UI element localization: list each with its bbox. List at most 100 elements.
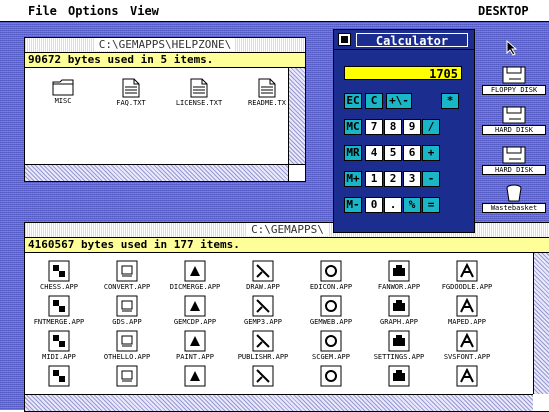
app-item-2[interactable]: DICMERGE.APP <box>165 260 225 291</box>
calc-key-r1c2[interactable]: 8 <box>384 119 402 135</box>
calc-key-r4c3[interactable]: % <box>403 197 421 213</box>
app-item-label: EDICON.APP <box>309 283 353 291</box>
menu-options[interactable]: Options <box>68 4 119 18</box>
application-icon <box>320 365 342 387</box>
app-item-label: FGDOODLE.APP <box>441 283 493 291</box>
app-item-label: SETTINGS.APP <box>373 353 425 361</box>
desktop-icon-1[interactable]: HARD DISK <box>482 106 546 135</box>
app-item-4[interactable]: EDICON.APP <box>301 260 361 291</box>
application-icon <box>116 330 138 352</box>
app-item-21[interactable] <box>29 365 89 388</box>
desktop-icon-2[interactable]: HARD DISK <box>482 146 546 175</box>
calc-key-r2c2[interactable]: 5 <box>384 145 402 161</box>
app-item-0[interactable]: CHESS.APP <box>29 260 89 291</box>
app-item-14[interactable]: MIDI.APP <box>29 330 89 361</box>
close-box-icon[interactable] <box>338 33 351 46</box>
application-icon <box>48 330 70 352</box>
app-item-22[interactable] <box>97 365 157 388</box>
gemapps-info-line: 4160567 bytes used in 177 items. <box>25 238 549 253</box>
calc-key-r0c1[interactable]: C <box>365 93 383 109</box>
hard-disk-icon <box>502 106 526 124</box>
desktop-icon-3[interactable]: Wastebasket <box>482 184 546 213</box>
application-icon <box>184 260 206 282</box>
app-item-5[interactable]: FANWOR.APP <box>369 260 429 291</box>
gemapps-vertical-scrollbar[interactable] <box>533 253 549 394</box>
helpzone-size-box[interactable] <box>288 164 305 181</box>
calc-key-r4c4[interactable]: = <box>422 197 440 213</box>
app-item-label: SVSFONT.APP <box>443 353 491 361</box>
app-item-10[interactable]: GEMP3.APP <box>233 295 293 326</box>
desktop-icon-label: HARD DISK <box>482 165 546 175</box>
app-item-15[interactable]: OTHELLO.APP <box>97 330 157 361</box>
app-item-23[interactable] <box>165 365 225 388</box>
calculator-window[interactable]: Calculator 1705 EC C +\- * MC 7 8 9/ MR 4 5 6 + M+ 1 2 3… <box>333 29 475 233</box>
file-item-label: MISC <box>54 97 72 105</box>
calc-key-r3c0[interactable]: M+ <box>344 171 362 187</box>
calc-key-r3c2[interactable]: 2 <box>384 171 402 187</box>
app-item-1[interactable]: CONVERT.APP <box>97 260 157 291</box>
calc-key-r0c0[interactable]: EC <box>344 93 362 109</box>
menu-file[interactable]: File <box>28 4 57 18</box>
gemapps-window[interactable]: C:\GEMAPPS\ 4160567 bytes used in 177 it… <box>24 222 549 412</box>
calc-key-r2c1[interactable]: 4 <box>365 145 383 161</box>
app-item-11[interactable]: GEMWEB.APP <box>301 295 361 326</box>
application-icon <box>184 330 206 352</box>
app-item-13[interactable]: MAPED.APP <box>437 295 497 326</box>
desktop-icon-0[interactable]: FLOPPY DISK <box>482 66 546 95</box>
desktop-icon-label: HARD DISK <box>482 125 546 135</box>
helpzone-title-bar[interactable]: C:\GEMAPPS\HELPZONE\ <box>25 38 305 53</box>
application-icon <box>388 330 410 352</box>
app-item-3[interactable]: DRAW.APP <box>233 260 293 291</box>
app-item-17[interactable]: PUBLISHR.APP <box>233 330 293 361</box>
app-item-16[interactable]: PAINT.APP <box>165 330 225 361</box>
calc-key-r3c4[interactable]: - <box>422 171 440 187</box>
calc-key-r2c0[interactable]: MR <box>344 145 362 161</box>
app-item-12[interactable]: GRAPH.APP <box>369 295 429 326</box>
application-icon <box>252 295 274 317</box>
app-item-24[interactable] <box>233 365 293 388</box>
calc-key-r1c3[interactable]: 9 <box>403 119 421 135</box>
document-icon <box>190 78 208 98</box>
calc-key-r0c3[interactable]: * <box>441 93 459 109</box>
calculator-display: 1705 <box>344 66 462 81</box>
app-item-6[interactable]: FGDOODLE.APP <box>437 260 497 291</box>
file-item-1[interactable]: FAQ.TXT <box>101 78 161 107</box>
file-item-0[interactable]: MISC <box>33 78 93 105</box>
helpzone-horizontal-scrollbar[interactable] <box>25 164 288 181</box>
gemapps-horizontal-scrollbar[interactable] <box>25 394 533 411</box>
app-item-label: GRAPH.APP <box>380 318 418 326</box>
app-item-26[interactable] <box>369 365 429 388</box>
app-item-7[interactable]: FNTMERGE.APP <box>29 295 89 326</box>
app-item-27[interactable] <box>437 365 497 388</box>
calc-key-r4c0[interactable]: M- <box>344 197 362 213</box>
calc-key-r2c3[interactable]: 6 <box>403 145 421 161</box>
app-item-9[interactable]: GEMCDP.APP <box>165 295 225 326</box>
app-item-8[interactable]: GDS.APP <box>97 295 157 326</box>
app-item-label: CONVERT.APP <box>103 283 151 291</box>
desktop-icon-label: Wastebasket <box>482 203 546 213</box>
file-item-2[interactable]: LICENSE.TXT <box>169 78 229 107</box>
app-item-label: GEMWEB.APP <box>309 318 353 326</box>
app-item-20[interactable]: SVSFONT.APP <box>437 330 497 361</box>
calc-key-r3c1[interactable]: 1 <box>365 171 383 187</box>
calc-key-r2c4[interactable]: + <box>422 145 440 161</box>
application-icon <box>388 295 410 317</box>
menu-desktop[interactable]: DESKTOP <box>478 4 529 18</box>
application-icon <box>320 260 342 282</box>
calc-key-r4c1[interactable]: 0 <box>365 197 383 213</box>
calc-key-r1c1[interactable]: 7 <box>365 119 383 135</box>
app-item-18[interactable]: SCGEM.APP <box>301 330 361 361</box>
helpzone-window[interactable]: C:\GEMAPPS\HELPZONE\ 90672 bytes used in… <box>24 37 306 182</box>
calc-key-r1c0[interactable]: MC <box>344 119 362 135</box>
app-item-19[interactable]: SETTINGS.APP <box>369 330 429 361</box>
calculator-title-bar[interactable]: Calculator <box>334 30 474 50</box>
menu-view[interactable]: View <box>130 4 159 18</box>
app-item-25[interactable] <box>301 365 361 388</box>
calc-key-r3c3[interactable]: 3 <box>403 171 421 187</box>
app-item-label: OTHELLO.APP <box>103 353 151 361</box>
calc-key-r1c4[interactable]: / <box>422 119 440 135</box>
helpzone-vertical-scrollbar[interactable] <box>288 68 305 164</box>
calculator-title: Calculator <box>356 33 468 48</box>
calc-key-r4c2[interactable]: . <box>384 197 402 213</box>
calc-key-r0c2[interactable]: +\- <box>386 93 412 109</box>
